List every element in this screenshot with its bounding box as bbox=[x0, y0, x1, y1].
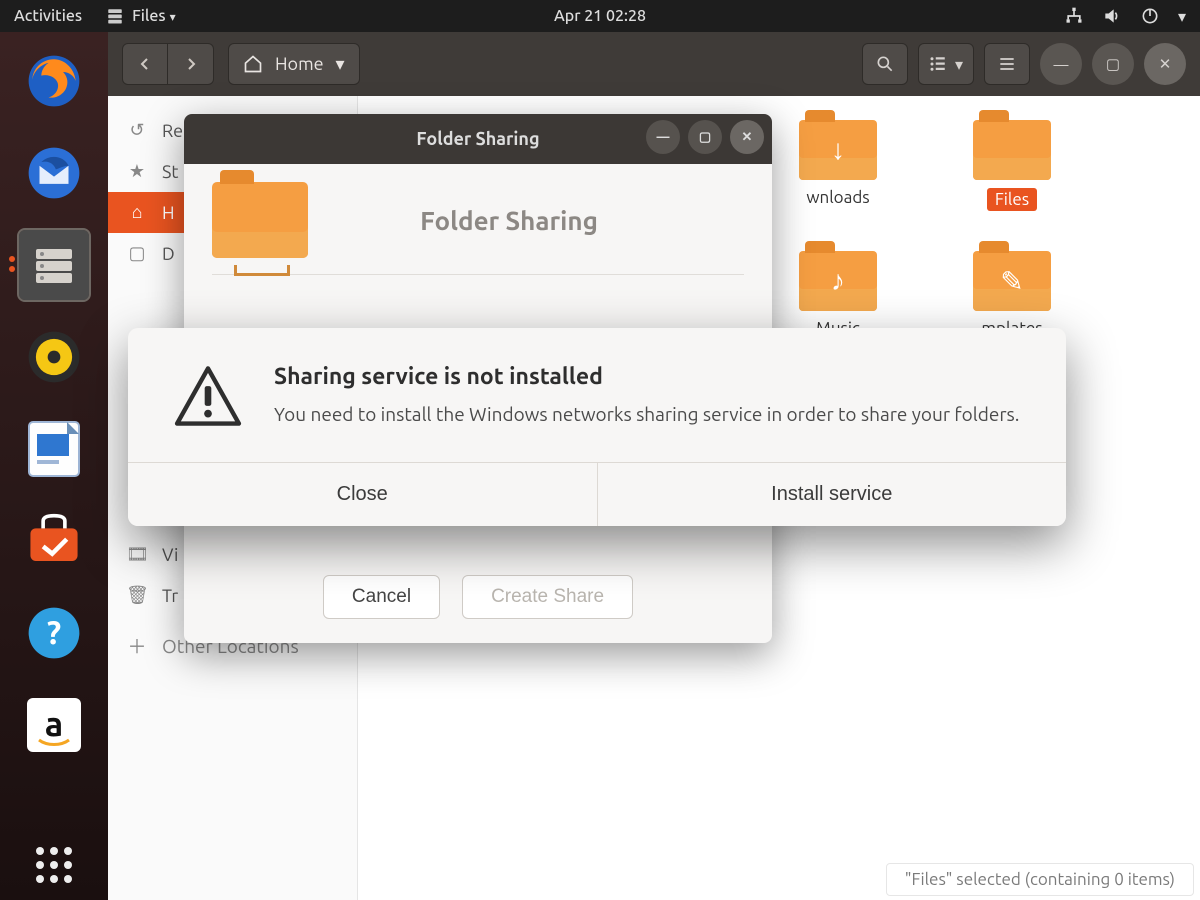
sidebar-label: Re bbox=[162, 121, 183, 141]
app-menu-label: Files bbox=[132, 7, 176, 25]
status-bar: "Files" selected (containing 0 items) bbox=[886, 863, 1194, 896]
gnome-top-panel: Activities Files Apr 21 02:28 ▾ bbox=[0, 0, 1200, 32]
network-icon[interactable] bbox=[1064, 6, 1084, 26]
create-share-button[interactable]: Create Share bbox=[462, 575, 633, 619]
power-icon[interactable] bbox=[1140, 6, 1160, 26]
folder-downloads[interactable]: ↓ wnloads bbox=[778, 120, 898, 211]
dialog-title: Folder Sharing bbox=[416, 129, 539, 149]
dock-rhythmbox[interactable] bbox=[19, 322, 89, 392]
dock-thunderbird[interactable] bbox=[19, 138, 89, 208]
alert-body: You need to install the Windows networks… bbox=[274, 401, 1019, 428]
activities-button[interactable]: Activities bbox=[14, 7, 82, 25]
path-label: Home bbox=[275, 54, 324, 74]
system-menu-caret[interactable]: ▾ bbox=[1178, 7, 1186, 26]
dialog-minimize-button[interactable]: — bbox=[646, 120, 680, 154]
home-icon: ⌂ bbox=[126, 202, 148, 223]
clock-icon: ↺ bbox=[126, 120, 148, 141]
desktop-icon: ▢ bbox=[126, 243, 148, 264]
view-options-button[interactable]: ▾ bbox=[918, 43, 974, 85]
alert-close-button[interactable]: Close bbox=[128, 463, 598, 526]
star-icon: ★ bbox=[126, 161, 148, 182]
dock-help[interactable]: ? bbox=[19, 598, 89, 668]
files-app-icon bbox=[106, 7, 124, 25]
folder-icon: ✎ bbox=[973, 251, 1051, 311]
dialog-close-button[interactable]: ✕ bbox=[730, 120, 764, 154]
folder-icon: ↓ bbox=[799, 120, 877, 180]
sidebar-label: Vi bbox=[162, 545, 178, 565]
folder-templates[interactable]: ✎mplates bbox=[952, 251, 1072, 338]
path-caret[interactable]: ▾ bbox=[336, 54, 345, 75]
dialog-titlebar: Folder Sharing — ▢ ✕ bbox=[184, 114, 772, 164]
search-button[interactable] bbox=[862, 43, 908, 85]
hamburger-menu-button[interactable] bbox=[984, 43, 1030, 85]
folder-label: wnloads bbox=[806, 188, 869, 207]
path-bar[interactable]: Home ▾ bbox=[228, 43, 360, 85]
list-view-icon bbox=[929, 55, 947, 73]
dock-amazon[interactable]: a bbox=[19, 690, 89, 760]
dialog-maximize-button[interactable]: ▢ bbox=[688, 120, 722, 154]
warning-icon bbox=[172, 364, 244, 428]
chevron-down-icon: ▾ bbox=[955, 55, 963, 74]
trash-icon: 🗑 bbox=[126, 585, 148, 606]
clock[interactable]: Apr 21 02:28 bbox=[554, 7, 646, 25]
dock: ? a bbox=[0, 32, 108, 900]
plus-icon: ＋ bbox=[126, 632, 148, 659]
sidebar-label: H bbox=[162, 203, 175, 223]
maximize-button[interactable]: ▢ bbox=[1092, 43, 1134, 85]
folder-label: Files bbox=[987, 188, 1037, 211]
install-service-alert: Sharing service is not installed You nee… bbox=[128, 328, 1066, 526]
cancel-button[interactable]: Cancel bbox=[323, 575, 440, 619]
dock-files[interactable] bbox=[19, 230, 89, 300]
shared-folder-icon bbox=[212, 182, 308, 258]
dock-ubuntu-software[interactable] bbox=[19, 506, 89, 576]
video-icon: 🎞 bbox=[126, 544, 148, 565]
folder-icon bbox=[973, 120, 1051, 180]
alert-install-service-button[interactable]: Install service bbox=[598, 463, 1067, 526]
forward-button[interactable] bbox=[168, 43, 214, 85]
sidebar-label: D bbox=[162, 244, 175, 264]
minimize-button[interactable]: — bbox=[1040, 43, 1082, 85]
back-button[interactable] bbox=[122, 43, 168, 85]
volume-icon[interactable] bbox=[1102, 6, 1122, 26]
svg-text:?: ? bbox=[47, 615, 61, 651]
folder-music[interactable]: ♪Music bbox=[778, 251, 898, 338]
files-headerbar: Home ▾ ▾ — ▢ ✕ bbox=[108, 32, 1200, 96]
folder-files[interactable]: Files bbox=[952, 120, 1072, 211]
sidebar-label: St bbox=[162, 162, 179, 182]
app-menu[interactable]: Files bbox=[106, 7, 176, 25]
home-icon bbox=[243, 54, 263, 74]
dock-firefox[interactable] bbox=[19, 46, 89, 116]
sidebar-label: Tr bbox=[162, 586, 178, 606]
alert-title: Sharing service is not installed bbox=[274, 364, 1019, 389]
dock-show-applications[interactable] bbox=[19, 830, 89, 900]
dock-libreoffice-writer[interactable] bbox=[19, 414, 89, 484]
svg-text:a: a bbox=[45, 705, 63, 743]
dialog-heading: Folder Sharing bbox=[334, 206, 684, 235]
close-button[interactable]: ✕ bbox=[1144, 43, 1186, 85]
folder-icon: ♪ bbox=[799, 251, 877, 311]
